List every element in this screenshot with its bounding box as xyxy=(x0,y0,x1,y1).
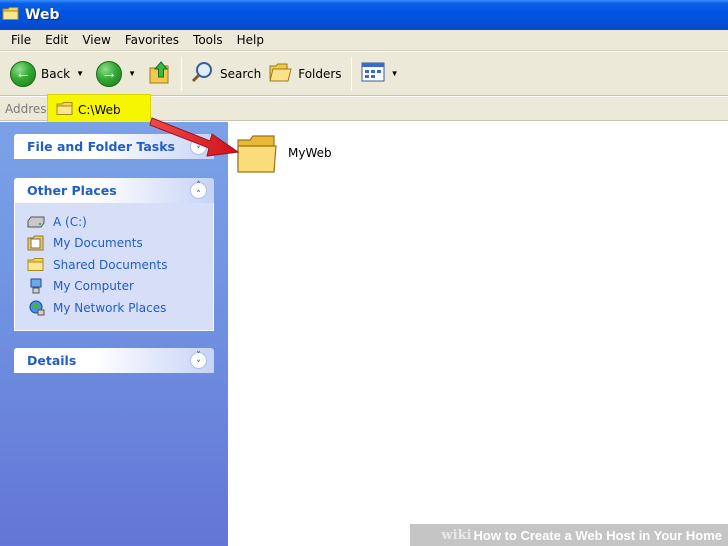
watermark-text: How to Create a Web Host in Your Home xyxy=(473,527,722,543)
red-arrow-annotation xyxy=(149,117,240,157)
wikihow-watermark: wiki How to Create a Web Host in Your Ho… xyxy=(410,524,728,546)
watermark-brand: wiki xyxy=(441,527,472,543)
